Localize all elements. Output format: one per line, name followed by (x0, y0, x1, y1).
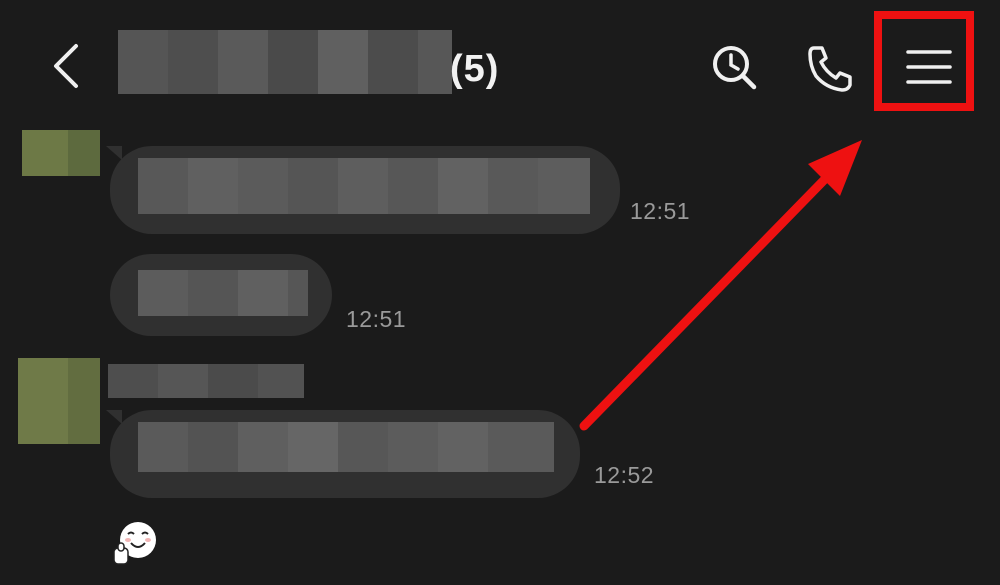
phone-icon (808, 46, 852, 92)
smiley-emoji-icon (113, 522, 156, 565)
message-timestamp: 12:51 (346, 306, 407, 332)
member-count: (5) (450, 48, 500, 90)
message-text-redacted (138, 422, 554, 472)
call-button[interactable] (800, 40, 860, 96)
bubble-tail (106, 146, 122, 160)
menu-highlight-box (874, 11, 974, 111)
search-button[interactable] (706, 40, 764, 96)
back-button[interactable] (40, 38, 96, 94)
search-clock-icon (713, 46, 757, 90)
message-timestamp: 12:52 (594, 462, 655, 488)
bubble-tail (106, 410, 122, 424)
message-text-redacted (138, 158, 590, 214)
emoji-sticker[interactable] (110, 518, 162, 568)
back-arrow-icon (54, 44, 78, 88)
avatar[interactable] (22, 130, 100, 176)
sender-name-redacted (108, 364, 304, 398)
message-timestamp: 12:51 (630, 198, 691, 224)
message-text-redacted (138, 270, 308, 316)
chat-screen: (5) 12:51 12:51 12:52 (0, 0, 1000, 585)
avatar[interactable] (18, 358, 100, 444)
chat-room-title (118, 30, 452, 94)
